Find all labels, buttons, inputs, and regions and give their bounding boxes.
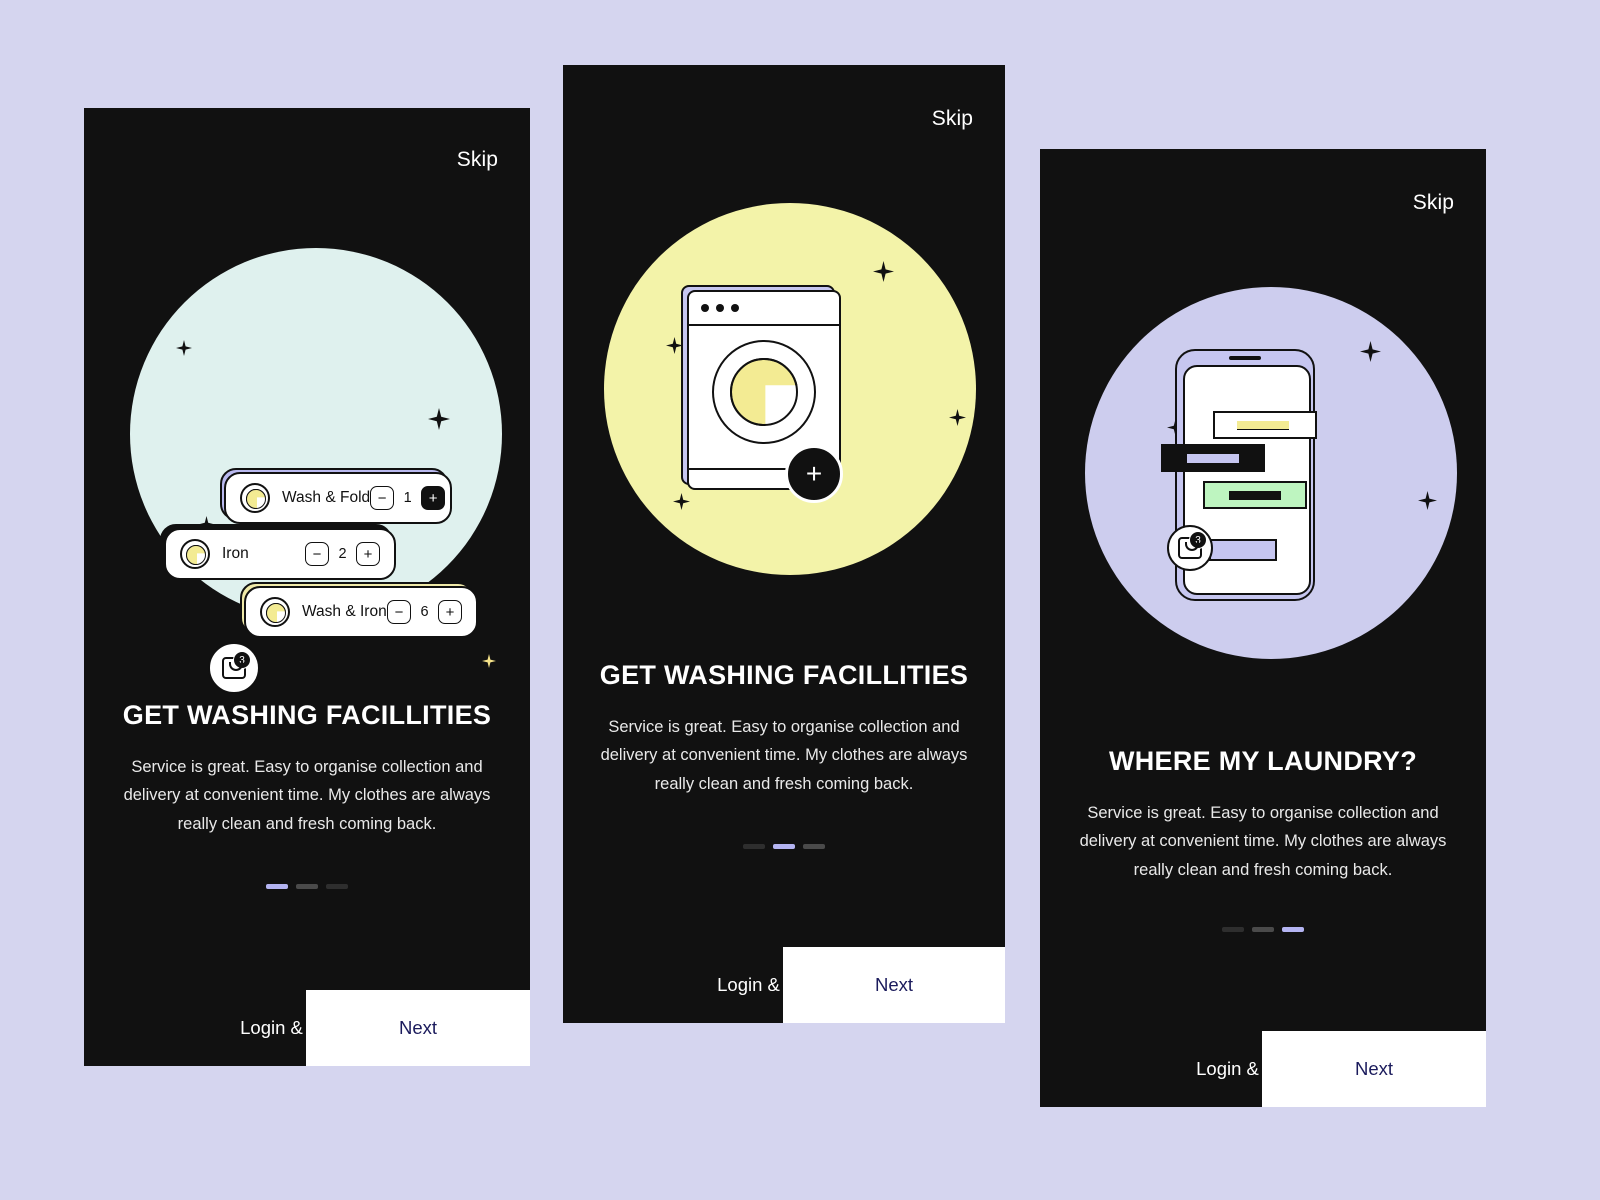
pagination <box>84 884 530 889</box>
cart-count-badge: 3 <box>1189 531 1207 549</box>
laundry-item-icon <box>240 483 270 513</box>
add-button[interactable]: + <box>785 445 843 503</box>
machine-drum <box>712 340 816 444</box>
quantity-stepper: − 2 + <box>305 542 380 566</box>
sparkle-icon <box>482 654 496 668</box>
service-name: Iron <box>222 545 249 562</box>
design-canvas: Skip Wash & Fold − 1 + Iron − 2 + Wash &… <box>0 0 1600 1200</box>
service-name: Wash & Iron <box>302 603 387 620</box>
pagination-dot-1[interactable] <box>266 884 288 889</box>
copy-block: GET WASHING FACILLITIES Service is great… <box>84 700 530 838</box>
phone-mockup: 3 <box>1161 349 1341 609</box>
page-title: WHERE MY LAUNDRY? <box>1108 746 1418 776</box>
increment-button[interactable]: + <box>356 542 380 566</box>
pagination-dot-3[interactable] <box>326 884 348 889</box>
cart-badge[interactable]: 3 <box>208 642 260 694</box>
illustration-phone-notifications: 3 <box>1040 279 1486 671</box>
illustration-service-cards: Wash & Fold − 1 + Iron − 2 + Wash & Iron… <box>84 236 530 694</box>
control-dot-icon <box>731 304 739 312</box>
shopping-bag-icon: 3 <box>1178 531 1207 559</box>
quantity-value: 6 <box>420 604 429 620</box>
cart-count-badge: 3 <box>233 651 251 669</box>
pagination-dot-3[interactable] <box>1282 927 1304 932</box>
notification-fill <box>1229 490 1281 500</box>
shopping-bag-icon: 3 <box>222 651 251 679</box>
onboarding-screen-3: Skip 3 WHERE MY LAUNDRY? Service is grea… <box>1040 149 1486 1107</box>
decrement-button[interactable]: − <box>370 486 395 510</box>
pagination <box>1040 927 1486 932</box>
pagination-dot-1[interactable] <box>743 844 765 849</box>
cart-badge[interactable]: 3 <box>1167 525 1213 571</box>
notification-fill <box>1187 453 1239 463</box>
page-title: GET WASHING FACILLITIES <box>599 660 969 690</box>
control-dot-icon <box>716 304 724 312</box>
quantity-stepper: − 6 + <box>387 600 462 624</box>
pagination-dot-2[interactable] <box>296 884 318 889</box>
laundry-item-icon <box>260 597 290 627</box>
service-card[interactable]: Iron − 2 + <box>164 528 396 580</box>
copy-block: WHERE MY LAUNDRY? Service is great. Easy… <box>1040 746 1486 884</box>
laundry-item-icon <box>180 539 210 569</box>
quantity-value: 1 <box>403 490 412 506</box>
page-description: Service is great. Easy to organise colle… <box>123 758 491 833</box>
notification-bar <box>1203 481 1307 509</box>
notification-bar <box>1209 539 1277 561</box>
pagination-dot-1[interactable] <box>1222 927 1244 932</box>
skip-button[interactable]: Skip <box>932 107 973 131</box>
page-description: Service is great. Easy to organise colle… <box>600 718 968 793</box>
decrement-button[interactable]: − <box>305 542 329 566</box>
quantity-value: 2 <box>338 546 347 562</box>
notification-fill <box>1237 420 1289 430</box>
skip-button[interactable]: Skip <box>457 148 498 172</box>
notification-bar <box>1213 411 1317 439</box>
skip-button[interactable]: Skip <box>1413 191 1454 215</box>
service-card-stack: Wash & Fold − 1 + Iron − 2 + Wash & Iron… <box>84 236 530 694</box>
page-title: GET WASHING FACILLITIES <box>122 700 492 730</box>
machine-control-panel <box>689 292 839 326</box>
next-button[interactable]: Next <box>783 947 1005 1023</box>
copy-block: GET WASHING FACILLITIES Service is great… <box>563 660 1005 798</box>
pagination-dot-3[interactable] <box>803 844 825 849</box>
illustration-washing-machine: + <box>563 197 1005 589</box>
phone-speaker-icon <box>1229 356 1261 360</box>
service-card[interactable]: Wash & Iron − 6 + <box>244 586 478 638</box>
service-name: Wash & Fold <box>282 489 371 506</box>
onboarding-screen-1: Skip Wash & Fold − 1 + Iron − 2 + Wash &… <box>84 108 530 1066</box>
onboarding-screen-2: Skip + GET WASHING FACILLITIES Service i… <box>563 65 1005 1023</box>
next-button[interactable]: Next <box>1262 1031 1486 1107</box>
control-dot-icon <box>701 304 709 312</box>
pagination-dot-2[interactable] <box>1252 927 1274 932</box>
quantity-stepper: − 1 + <box>370 486 446 510</box>
pagination <box>563 844 1005 849</box>
page-description: Service is great. Easy to organise colle… <box>1079 804 1447 879</box>
washing-machine-graphic: + <box>681 285 847 503</box>
increment-button[interactable]: + <box>421 486 446 510</box>
decrement-button[interactable]: − <box>387 600 411 624</box>
increment-button[interactable]: + <box>438 600 462 624</box>
notification-bar <box>1161 444 1265 472</box>
next-button[interactable]: Next <box>306 990 530 1066</box>
drum-inner-ring <box>730 358 798 426</box>
service-card[interactable]: Wash & Fold − 1 + <box>224 472 452 524</box>
pagination-dot-2[interactable] <box>773 844 795 849</box>
